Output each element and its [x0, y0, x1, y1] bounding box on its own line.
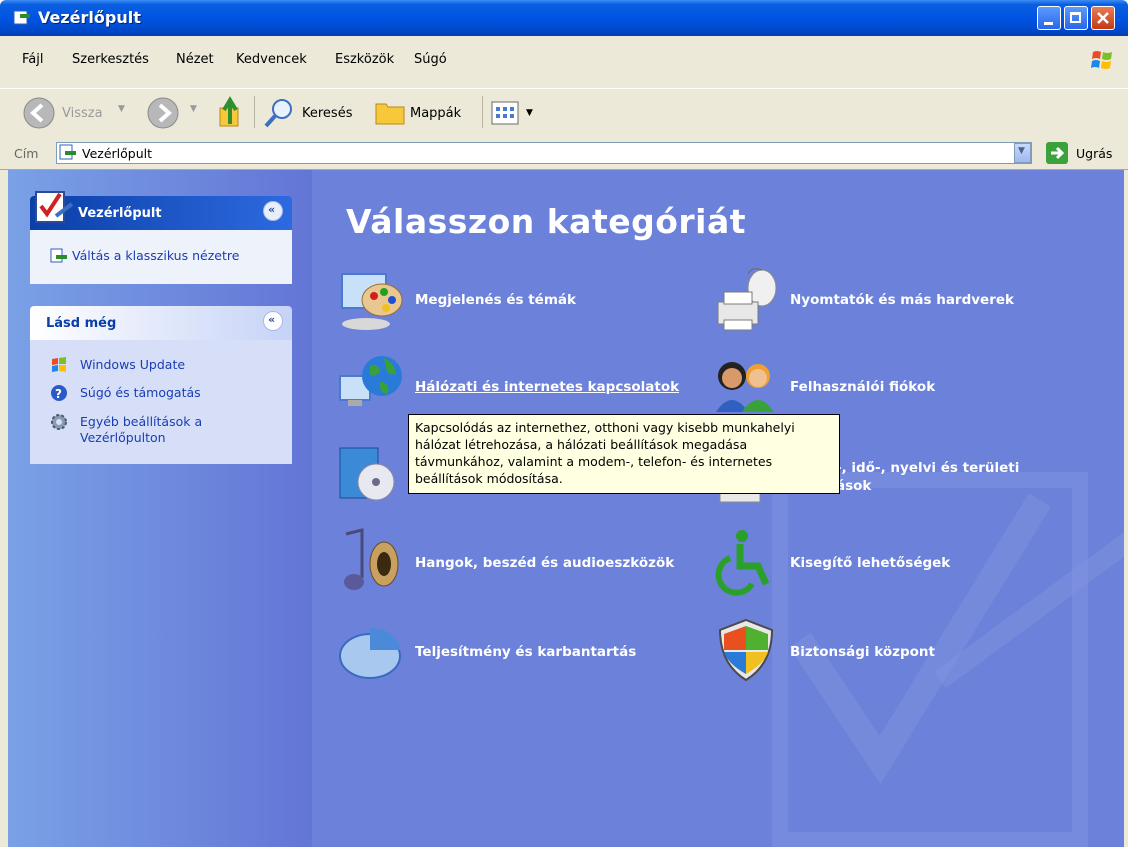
category-sounds-link[interactable]: Hangok, beszéd és audioeszközök: [415, 555, 674, 571]
back-button[interactable]: Vissza: [62, 106, 103, 121]
category-security-center-link[interactable]: Biztonsági központ: [790, 644, 935, 660]
tooltip-line: Kapcsolódás az internethez, otthoni vagy…: [415, 420, 795, 435]
control-panel-checklist-icon: [35, 191, 74, 223]
title-bar[interactable]: [0, 0, 1128, 36]
close-icon: [1097, 12, 1109, 24]
address-label: Cím: [14, 146, 39, 161]
gear-icon: [51, 414, 67, 430]
tooltip: Kapcsolódás az internethez, otthoni vagy…: [408, 414, 840, 494]
windows-update-link[interactable]: Windows Update: [80, 357, 185, 372]
menu-file[interactable]: Fájl: [22, 52, 43, 67]
address-field[interactable]: [56, 142, 1032, 164]
network-internet-icon[interactable]: [336, 352, 404, 420]
user-accounts-icon[interactable]: [712, 352, 780, 420]
collapse-icon: «: [268, 313, 276, 326]
close-button[interactable]: [1091, 6, 1115, 30]
category-appearance-link[interactable]: Megjelenés és témák: [415, 292, 576, 308]
views-dropdown-icon[interactable]: ▼: [526, 108, 533, 118]
control-panel-small-icon: [59, 144, 76, 160]
svg-text:?: ?: [55, 387, 62, 401]
category-user-accounts-link[interactable]: Felhasználói fiókok: [790, 379, 935, 395]
menu-bar: [0, 36, 1128, 90]
windows-logo-icon: [1091, 51, 1112, 69]
window-title: Vezérlőpult: [38, 8, 141, 27]
security-center-shield-icon[interactable]: [712, 616, 780, 684]
back-dropdown-icon[interactable]: ▼: [118, 104, 125, 114]
maximize-button[interactable]: [1064, 6, 1088, 30]
switch-view-icon: [50, 248, 67, 263]
minimize-button[interactable]: [1037, 6, 1061, 30]
menu-edit[interactable]: Szerkesztés: [72, 52, 149, 67]
panel-see-also-title: Lásd még: [46, 316, 117, 331]
control-panel-icon: [13, 10, 30, 25]
tooltip-line: távmunkához, valamint a modem-, telefon-…: [415, 454, 773, 469]
search-icon[interactable]: [262, 96, 296, 130]
sounds-speech-audio-icon[interactable]: [336, 528, 404, 596]
views-icon[interactable]: [490, 100, 520, 126]
accessibility-icon[interactable]: [712, 528, 780, 596]
panel-control-panel-title: Vezérlőpult: [78, 206, 162, 221]
printers-hardware-icon[interactable]: [712, 266, 780, 334]
classic-view-link[interactable]: Váltás a klasszikus nézetre: [72, 248, 239, 263]
go-arrow-icon[interactable]: [1046, 142, 1068, 164]
page-heading: Válasszon kategóriát: [346, 202, 747, 241]
address-value[interactable]: Vezérlőpult: [82, 146, 152, 161]
menu-favorites[interactable]: Kedvencek: [236, 52, 307, 67]
category-accessibility-link[interactable]: Kisegítő lehetőségek: [790, 555, 950, 571]
category-regional-link[interactable]: -, idő-, nyelvi és területi: [836, 460, 1019, 476]
help-support-link[interactable]: Súgó és támogatás: [80, 385, 201, 400]
window-border: [1124, 170, 1128, 847]
performance-maintenance-icon[interactable]: [336, 616, 404, 684]
folders-icon[interactable]: [374, 96, 408, 128]
window-border: [0, 170, 8, 847]
right-arrow-icon: [1051, 146, 1065, 160]
address-dropdown-button[interactable]: ▼: [1014, 143, 1031, 163]
category-regional-link-line2[interactable]: ások: [836, 478, 871, 494]
up-folder-icon[interactable]: [216, 94, 246, 130]
category-network-link[interactable]: Hálózati és internetes kapcsolatok: [415, 379, 679, 395]
forward-arrow-icon[interactable]: [146, 96, 180, 130]
category-performance-link[interactable]: Teljesítmény és karbantartás: [415, 644, 636, 660]
back-arrow-icon[interactable]: [22, 96, 56, 130]
other-settings-link-line2[interactable]: Vezérlőpulton: [80, 430, 166, 445]
menu-tools[interactable]: Eszközök: [335, 52, 394, 67]
go-button[interactable]: Ugrás: [1076, 146, 1112, 161]
category-printers-link[interactable]: Nyomtatók és más hardverek: [790, 292, 1014, 308]
collapse-button[interactable]: «: [263, 311, 283, 331]
menu-help[interactable]: Súgó: [414, 52, 447, 67]
forward-dropdown-icon[interactable]: ▼: [190, 104, 197, 114]
collapse-icon: «: [268, 203, 276, 216]
other-settings-link[interactable]: Egyéb beállítások a: [80, 414, 202, 429]
help-icon: ?: [51, 385, 67, 401]
menu-view[interactable]: Nézet: [176, 52, 214, 67]
appearance-themes-icon[interactable]: [336, 266, 404, 334]
windows-update-icon: [52, 357, 66, 372]
search-button[interactable]: Keresés: [302, 106, 352, 121]
collapse-button[interactable]: «: [263, 201, 283, 221]
tooltip-line: hálózat létrehozása, a hálózati beállítá…: [415, 437, 748, 452]
chevron-down-icon: ▼: [1018, 146, 1025, 156]
tooltip-line: beállítások módosítása.: [415, 471, 563, 486]
folders-button[interactable]: Mappák: [410, 106, 461, 121]
add-remove-programs-icon[interactable]: [336, 438, 404, 506]
